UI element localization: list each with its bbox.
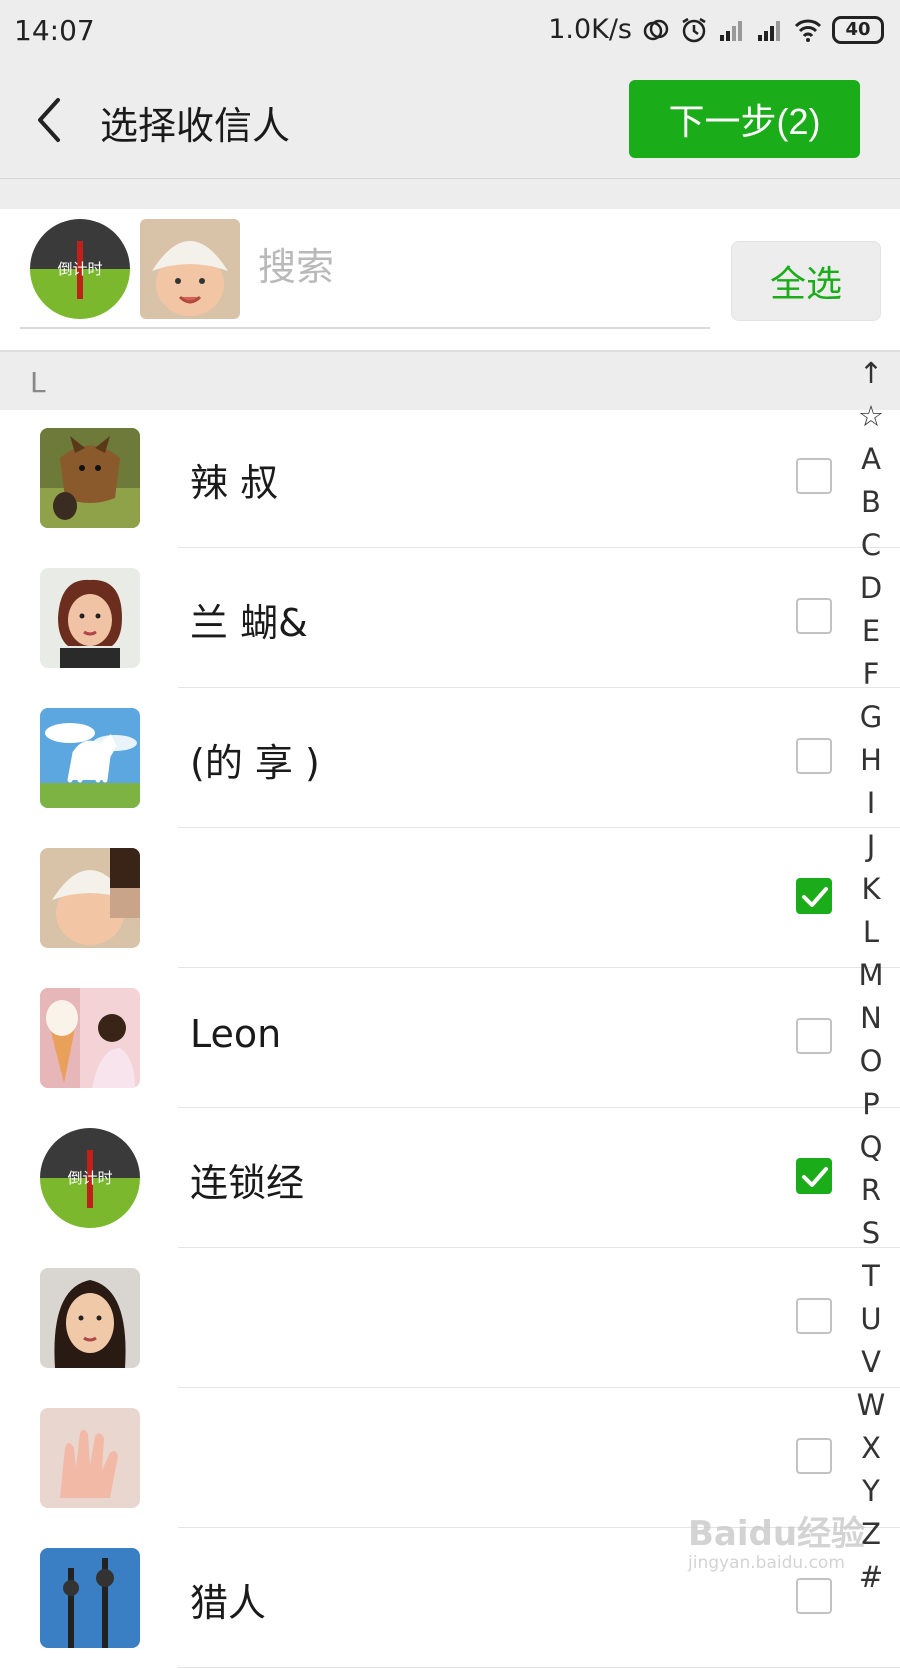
contact-checkbox[interactable] <box>796 598 832 634</box>
contact-name: Leon <box>190 1012 282 1056</box>
index-o[interactable]: O <box>860 1040 883 1083</box>
section-header-l: L <box>0 350 900 410</box>
contact-row[interactable] <box>0 828 900 968</box>
index-n[interactable]: N <box>860 997 882 1040</box>
contact-row[interactable]: 兰 蝴& <box>0 548 900 688</box>
index-f[interactable]: F <box>863 653 880 696</box>
index-e[interactable]: E <box>862 610 880 653</box>
index-c[interactable]: C <box>861 524 881 567</box>
status-time: 14:07 <box>14 14 95 47</box>
contact-checkbox[interactable] <box>796 1018 832 1054</box>
contact-checkbox[interactable] <box>796 1438 832 1474</box>
search-underline <box>20 327 710 329</box>
signal-icon <box>720 20 742 41</box>
contact-checkbox-checked[interactable] <box>796 878 832 914</box>
contact-name: 辣 叔 <box>190 461 279 505</box>
contact-checkbox-checked[interactable] <box>796 1158 832 1194</box>
alphabet-index[interactable]: ↑ ☆ A B C D E F G H I J K L M N O P Q R … <box>846 352 896 1599</box>
index-star[interactable]: ☆ <box>858 395 884 438</box>
contact-avatar <box>40 1408 140 1508</box>
selected-avatar-baby[interactable] <box>140 219 240 319</box>
wifi-icon <box>794 19 822 42</box>
contact-avatar <box>40 1268 140 1368</box>
contact-avatar: 倒计时 <box>40 1128 140 1228</box>
index-t[interactable]: T <box>862 1255 880 1298</box>
index-g[interactable]: G <box>860 696 882 739</box>
select-all-button[interactable]: 全选 <box>731 241 881 321</box>
countdown-logo-text: 倒计时 <box>57 260 102 278</box>
index-x[interactable]: X <box>861 1427 881 1470</box>
contact-list: 辣 叔 兰 蝴& (的 享 ) Leon 倒计时 连锁经 猎人 <box>0 408 900 1668</box>
contact-row[interactable]: 辣 叔 <box>0 408 900 548</box>
selected-avatar-countdown[interactable]: 倒计时 <box>30 219 130 319</box>
contact-checkbox[interactable] <box>796 458 832 494</box>
index-j[interactable]: J <box>867 825 876 868</box>
index-p[interactable]: P <box>862 1083 880 1126</box>
index-d[interactable]: D <box>860 567 882 610</box>
selection-bar: 倒计时 全选 <box>0 209 900 350</box>
contact-avatar <box>40 568 140 668</box>
contact-row[interactable] <box>0 1248 900 1388</box>
contact-checkbox[interactable] <box>796 1578 832 1614</box>
index-a[interactable]: A <box>861 438 881 481</box>
index-h[interactable]: H <box>860 739 882 782</box>
contact-checkbox[interactable] <box>796 738 832 774</box>
alarm-icon <box>682 17 706 42</box>
index-r[interactable]: R <box>861 1169 881 1212</box>
contact-avatar <box>40 428 140 528</box>
battery-icon: 40 <box>832 15 884 44</box>
sync-icon <box>643 19 669 40</box>
contact-row[interactable]: (的 享 ) <box>0 688 900 828</box>
index-b[interactable]: B <box>861 481 881 524</box>
index-i[interactable]: I <box>867 782 876 825</box>
contact-row[interactable]: Leon <box>0 968 900 1108</box>
index-m[interactable]: M <box>858 954 883 997</box>
contact-avatar <box>40 708 140 808</box>
countdown-logo-text: 倒计时 <box>67 1169 112 1187</box>
watermark-url: jingyan.baidu.com <box>688 1553 845 1573</box>
index-u[interactable]: U <box>860 1298 881 1341</box>
index-q[interactable]: Q <box>860 1126 883 1169</box>
index-v[interactable]: V <box>861 1341 881 1384</box>
page-title: 选择收信人 <box>100 104 291 148</box>
header-gap <box>0 179 900 209</box>
index-up[interactable]: ↑ <box>859 352 883 395</box>
index-l[interactable]: L <box>863 911 879 954</box>
contact-name: (的 享 ) <box>190 741 320 785</box>
contact-checkbox[interactable] <box>796 1298 832 1334</box>
contact-name: 兰 蝴& <box>190 601 308 645</box>
search-input[interactable] <box>258 237 698 297</box>
contact-name: 连锁经 <box>190 1161 305 1205</box>
check-icon <box>802 887 828 907</box>
contact-avatar <box>40 848 140 948</box>
check-icon <box>802 1167 828 1187</box>
index-w[interactable]: W <box>857 1384 886 1427</box>
title-bar: 选择收信人 下一步(2) <box>0 62 900 179</box>
contact-avatar <box>40 1548 140 1648</box>
network-speed: 1.0K/s <box>548 14 632 45</box>
contact-avatar <box>40 988 140 1088</box>
index-k[interactable]: K <box>861 868 880 911</box>
status-icons: 1.0K/s 40 <box>548 14 884 45</box>
contact-row[interactable]: 倒计时 连锁经 <box>0 1108 900 1248</box>
watermark: Baidu经验 jingyan.baidu.com <box>688 1506 865 1573</box>
index-s[interactable]: S <box>862 1212 880 1255</box>
section-letter: L <box>30 366 46 399</box>
watermark-brand: Baidu经验 <box>688 1514 866 1554</box>
signal-icon-2 <box>758 20 780 41</box>
next-step-button[interactable]: 下一步(2) <box>629 80 860 158</box>
back-arrow-icon[interactable] <box>30 94 70 146</box>
status-bar: 14:07 1.0K/s 40 <box>0 0 900 62</box>
